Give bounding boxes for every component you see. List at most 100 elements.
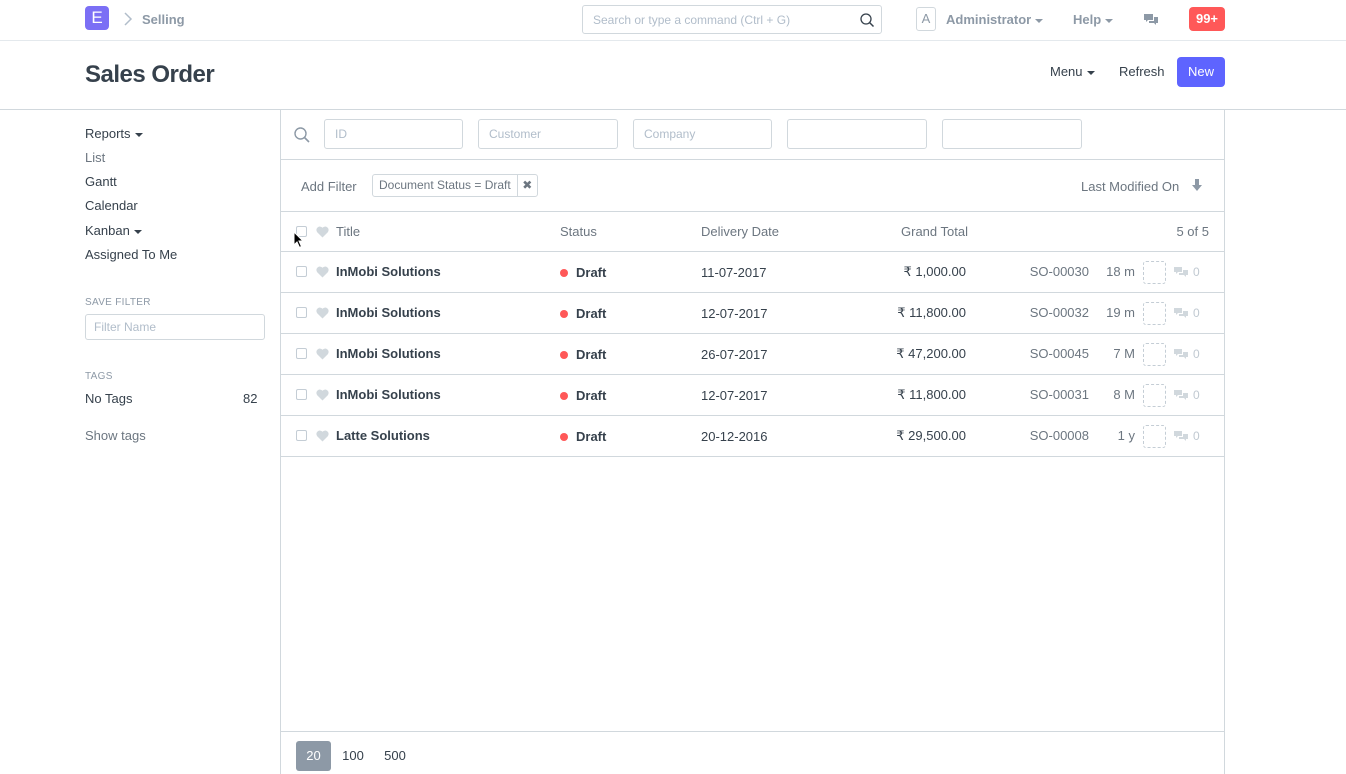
- caret-down-icon: [1086, 70, 1095, 75]
- comment-count: 0: [1193, 265, 1200, 279]
- active-filter-pill: Document Status = Draft ✖: [372, 174, 538, 197]
- comment-icon: [1174, 349, 1188, 359]
- menu-label: Menu: [1050, 64, 1083, 79]
- app-logo[interactable]: E: [85, 6, 109, 30]
- notifications-badge[interactable]: 99+: [1189, 7, 1225, 31]
- heart-icon[interactable]: [316, 307, 329, 319]
- sidebar-item-reports[interactable]: Reports: [85, 126, 143, 141]
- row-checkbox[interactable]: [296, 266, 307, 277]
- list-row[interactable]: InMobi Solutions Draft 12-07-2017 ₹ 11,8…: [281, 375, 1224, 416]
- row-checkbox[interactable]: [296, 307, 307, 318]
- status-indicator: [560, 310, 568, 318]
- new-button[interactable]: New: [1177, 57, 1225, 87]
- sidebar-item-kanban[interactable]: Kanban: [85, 223, 142, 238]
- filter-bar: Add Filter Document Status = Draft ✖ Las…: [281, 160, 1224, 212]
- user-dropdown[interactable]: Administrator: [946, 12, 1044, 27]
- mouse-cursor-icon: [293, 231, 305, 249]
- assign-avatar-placeholder[interactable]: [1143, 425, 1166, 448]
- heart-icon[interactable]: [316, 430, 329, 442]
- sidebar-item-calendar[interactable]: Calendar: [85, 198, 138, 213]
- active-filter-label[interactable]: Document Status = Draft: [373, 175, 518, 196]
- list-row[interactable]: InMobi Solutions Draft 11-07-2017 ₹ 1,00…: [281, 252, 1224, 293]
- customer-filter-input[interactable]: [478, 119, 618, 149]
- row-checkbox[interactable]: [296, 348, 307, 359]
- list-header: Title Status Delivery Date Grand Total 5…: [281, 212, 1224, 252]
- search-input[interactable]: [583, 6, 843, 33]
- modified-time: 18 m: [1106, 264, 1135, 279]
- chat-icon[interactable]: [1143, 12, 1159, 28]
- list-row[interactable]: InMobi Solutions Draft 12-07-2017 ₹ 11,8…: [281, 293, 1224, 334]
- column-delivery-date: Delivery Date: [701, 224, 780, 239]
- delivery-date: 20-12-2016: [701, 429, 768, 444]
- list-row[interactable]: Latte Solutions Draft 20-12-2016 ₹ 29,50…: [281, 416, 1224, 457]
- delivery-date: 11-07-2017: [701, 265, 767, 280]
- assign-avatar-placeholder[interactable]: [1143, 302, 1166, 325]
- help-dropdown[interactable]: Help: [1073, 12, 1114, 27]
- search-icon[interactable]: [859, 12, 875, 28]
- page-head: Sales Order Menu Refresh New: [0, 41, 1346, 110]
- sidebar-item-assigned-to-me[interactable]: Assigned To Me: [85, 247, 177, 262]
- assign-avatar-placeholder[interactable]: [1143, 343, 1166, 366]
- row-checkbox[interactable]: [296, 389, 307, 400]
- sort-descending-icon[interactable]: [1191, 178, 1203, 192]
- document-id: SO-00032: [1029, 305, 1089, 320]
- caret-down-icon: [1035, 18, 1044, 23]
- status-badge[interactable]: Draft: [576, 265, 606, 280]
- document-id: SO-00008: [1029, 428, 1089, 443]
- page-size-20[interactable]: 20: [296, 741, 331, 771]
- delivery-date: 12-07-2017: [701, 306, 768, 321]
- tag-count: 82: [243, 391, 258, 406]
- row-title-link[interactable]: InMobi Solutions: [336, 387, 441, 402]
- company-filter-input[interactable]: [633, 119, 772, 149]
- avatar[interactable]: A: [916, 7, 936, 31]
- list-row[interactable]: InMobi Solutions Draft 26-07-2017 ₹ 47,2…: [281, 334, 1224, 375]
- id-filter-input[interactable]: [324, 119, 463, 149]
- comment-icon: [1174, 267, 1188, 277]
- heart-icon[interactable]: [316, 348, 329, 360]
- comment-icon: [1174, 308, 1188, 318]
- heart-icon[interactable]: [316, 226, 329, 238]
- document-id: SO-00030: [1029, 264, 1089, 279]
- add-filter-button[interactable]: Add Filter: [301, 179, 357, 194]
- filter-name-input[interactable]: [85, 314, 265, 340]
- page-size-selector: 20 100 500: [281, 731, 1224, 774]
- show-tags-link[interactable]: Show tags: [85, 428, 146, 443]
- breadcrumb-selling[interactable]: Selling: [142, 12, 185, 27]
- assign-avatar-placeholder[interactable]: [1143, 261, 1166, 284]
- sidebar-item-gantt[interactable]: Gantt: [85, 174, 117, 189]
- sort-selector[interactable]: Last Modified On: [1081, 179, 1179, 194]
- page-title: Sales Order: [85, 61, 215, 88]
- modified-time: 19 m: [1106, 305, 1135, 320]
- column-status: Status: [560, 224, 597, 239]
- heart-icon[interactable]: [316, 389, 329, 401]
- comment-icon: [1174, 431, 1188, 441]
- document-id: SO-00045: [1029, 346, 1089, 361]
- modified-time: 7 M: [1113, 346, 1135, 361]
- assign-avatar-placeholder[interactable]: [1143, 384, 1166, 407]
- status-badge[interactable]: Draft: [576, 306, 606, 321]
- save-filter-caption: SAVE FILTER: [85, 297, 151, 308]
- sidebar-item-list[interactable]: List: [85, 150, 105, 165]
- status-badge[interactable]: Draft: [576, 429, 606, 444]
- row-title-link[interactable]: InMobi Solutions: [336, 264, 441, 279]
- tag-no-tags[interactable]: No Tags: [85, 391, 132, 406]
- comment-count: 0: [1193, 306, 1200, 320]
- status-badge[interactable]: Draft: [576, 347, 606, 362]
- row-title-link[interactable]: Latte Solutions: [336, 428, 430, 443]
- menu-button[interactable]: Menu: [1050, 64, 1095, 79]
- page-size-500[interactable]: 500: [379, 741, 411, 771]
- heart-icon[interactable]: [316, 266, 329, 278]
- filter-input-5[interactable]: [942, 119, 1082, 149]
- filter-input-4[interactable]: [787, 119, 927, 149]
- row-checkbox[interactable]: [296, 430, 307, 441]
- page-size-100[interactable]: 100: [338, 741, 368, 771]
- status-badge[interactable]: Draft: [576, 388, 606, 403]
- row-title-link[interactable]: InMobi Solutions: [336, 305, 441, 320]
- awesome-bar[interactable]: [582, 5, 882, 34]
- modified-time: 1 y: [1117, 428, 1135, 443]
- remove-filter-icon[interactable]: ✖: [518, 175, 537, 196]
- grand-total: ₹ 29,500.00: [896, 428, 966, 443]
- refresh-button[interactable]: Refresh: [1119, 64, 1165, 79]
- row-title-link[interactable]: InMobi Solutions: [336, 346, 441, 361]
- column-grand-total: Grand Total: [901, 224, 968, 239]
